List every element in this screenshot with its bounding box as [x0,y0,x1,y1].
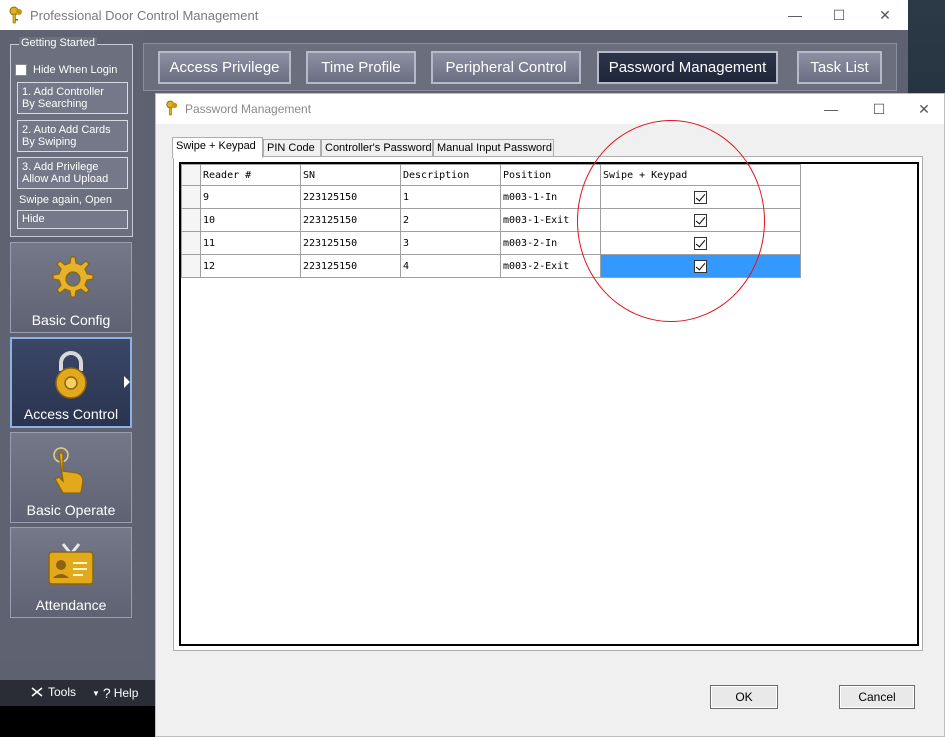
step-line: By Searching [22,98,88,110]
dropdown-arrow-icon: ▼ [92,688,100,698]
getting-started-title: Getting Started [19,37,97,49]
nav-access-privilege[interactable]: Access Privilege [158,51,291,84]
cell-sn[interactable]: 223125150 [300,185,401,209]
step-line: 3. Add Privilege [22,161,99,173]
column-header-reader[interactable]: Reader # [200,164,301,186]
cell-description[interactable]: 1 [400,185,501,209]
bottom-toolbar: Tools ▼ ? Help [0,680,155,706]
row-header[interactable] [181,208,201,232]
hide-button[interactable]: Hide [17,210,128,229]
attendance-module[interactable]: Attendance [10,527,132,618]
keys-app-icon [9,6,22,24]
getting-started-panel: Getting Started Hide When Login 1. Add C… [10,37,133,237]
nav-task-list[interactable]: Task List [797,51,882,84]
tab-pin-code[interactable]: PIN Code [263,139,321,157]
access-control-module[interactable]: Access Control [10,337,132,428]
help-icon: ? [102,685,111,701]
dialog-minimize-button[interactable]: — [808,94,854,124]
cell-reader[interactable]: 12 [200,254,301,278]
tab-panel: Reader # SN Description Position Swipe +… [173,156,923,651]
gear-icon [52,256,94,298]
nav-peripheral-control[interactable]: Peripheral Control [431,51,581,84]
module-label: Access Control [23,406,119,422]
top-navigation: Access Privilege Time Profile Peripheral… [143,43,897,91]
swipe-again-label: Swipe again, Open [19,194,112,206]
tools-label: Tools [48,685,77,699]
basic-operate-module[interactable]: Basic Operate [10,432,132,523]
step-add-privilege-button[interactable]: 3. Add Privilege Allow And Upload [17,157,128,189]
cell-sn[interactable]: 223125150 [300,254,401,278]
step-auto-add-cards-button[interactable]: 2. Auto Add Cards By Swiping [17,120,128,152]
row-header[interactable] [181,254,201,278]
module-label: Basic Operate [26,502,116,518]
cell-reader[interactable]: 11 [200,231,301,255]
hide-when-login-label: Hide When Login [33,64,118,76]
nav-time-profile[interactable]: Time Profile [306,51,416,84]
maximize-button[interactable]: ☐ [816,0,862,30]
column-header-description[interactable]: Description [400,164,501,186]
basic-config-module[interactable]: Basic Config [10,242,132,333]
help-menu[interactable]: ▼ ? Help [92,685,138,701]
red-annotation-circle [577,120,765,322]
cell-description[interactable]: 4 [400,254,501,278]
tab-manual-input-password[interactable]: Manual Input Password [433,139,554,157]
password-management-dialog: Password Management — ☐ ✕ Swipe + Keypad… [155,93,945,737]
cancel-button[interactable]: Cancel [839,685,915,709]
step-line: 2. Auto Add Cards [22,124,111,136]
keys-app-icon [166,100,178,116]
ok-button[interactable]: OK [710,685,778,709]
nav-password-management[interactable]: Password Management [597,51,778,84]
cell-reader[interactable]: 10 [200,208,301,232]
main-titlebar: Professional Door Control Management — ☐… [0,0,908,30]
dialog-titlebar: Password Management — ☐ ✕ [156,94,944,124]
active-indicator-arrow [124,376,130,388]
lock-icon [55,351,87,399]
dialog-close-button[interactable]: ✕ [901,94,945,124]
cell-sn[interactable]: 223125150 [300,208,401,232]
column-header-sn[interactable]: SN [300,164,401,186]
window-title: Professional Door Control Management [30,8,259,23]
tools-icon [31,687,43,697]
tab-controllers-password[interactable]: Controller's Password [321,139,433,157]
row-header-corner [181,164,201,186]
cell-description[interactable]: 3 [400,231,501,255]
data-grid-frame: Reader # SN Description Position Swipe +… [179,162,919,646]
dialog-maximize-button[interactable]: ☐ [856,94,902,124]
close-button[interactable]: ✕ [862,0,908,30]
cell-sn[interactable]: 223125150 [300,231,401,255]
checkbox-icon[interactable] [15,64,27,76]
step-add-controller-button[interactable]: 1. Add Controller By Searching [17,82,128,114]
dialog-title: Password Management [185,102,312,116]
step-line: By Swiping [22,136,77,148]
id-card-icon [48,543,94,585]
help-label: Help [113,686,139,700]
hide-when-login-checkbox[interactable]: Hide When Login [15,64,117,76]
minimize-button[interactable]: — [772,0,818,30]
tools-menu[interactable]: Tools [30,685,76,699]
module-label: Basic Config [31,312,111,328]
step-line: 1. Add Controller [22,86,104,98]
tab-swipe-keypad[interactable]: Swipe + Keypad [172,137,263,158]
hand-icon [53,447,84,494]
cell-reader[interactable]: 9 [200,185,301,209]
step-line: Allow And Upload [22,173,109,185]
status-band [0,706,155,737]
row-header[interactable] [181,231,201,255]
cell-description[interactable]: 2 [400,208,501,232]
row-header[interactable] [181,185,201,209]
module-label: Attendance [35,597,107,613]
